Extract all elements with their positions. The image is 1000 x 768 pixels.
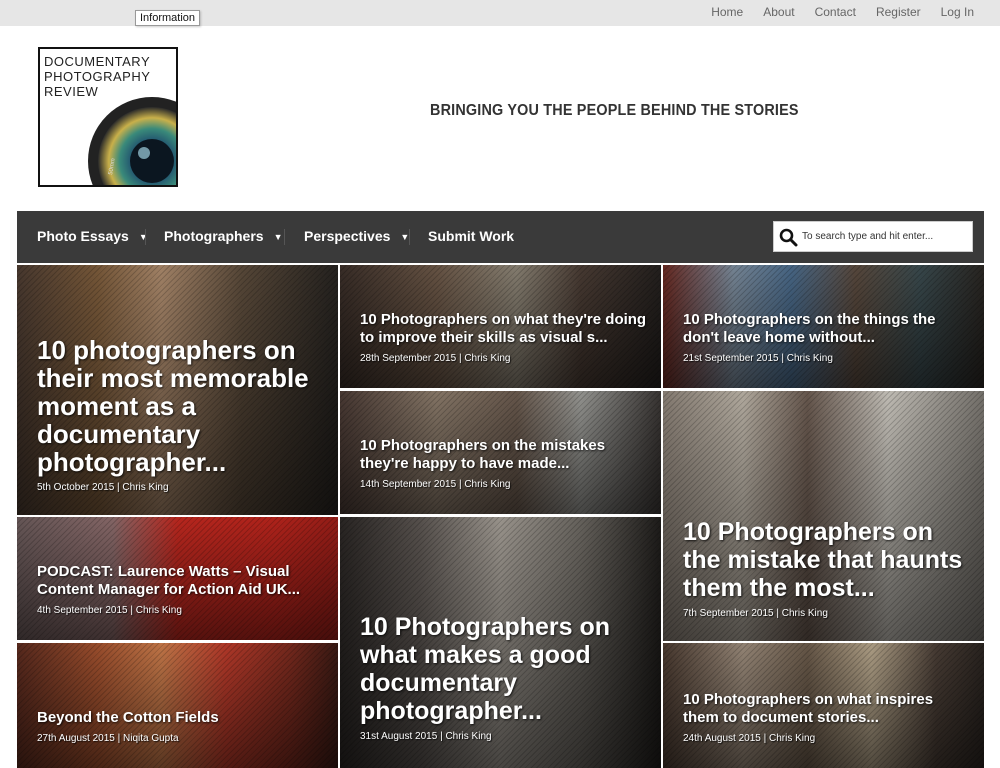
post-title[interactable]: 10 Photographers on what inspires them t… [683, 691, 972, 727]
post-tile[interactable]: 10 Photographers on the things the don't… [663, 265, 984, 388]
caret-down-icon: ▼ [273, 232, 283, 242]
top-nav-register-link[interactable]: Register [876, 5, 921, 19]
post-title[interactable]: 10 Photographers on the things the don't… [683, 311, 972, 347]
tagline: BRINGING YOU THE PEOPLE BEHIND THE STORI… [430, 102, 799, 119]
post-title[interactable]: PODCAST: Laurence Watts – Visual Content… [37, 563, 326, 599]
post-caption: 10 Photographers on what inspires them t… [683, 691, 972, 744]
post-meta: 21st September 2015 | Chris King [683, 353, 833, 364]
logo-line: PHOTOGRAPHY [44, 69, 151, 84]
nav-divider [409, 229, 410, 245]
post-meta: 28th September 2015 | Chris King [360, 353, 511, 364]
nav-divider [284, 229, 285, 245]
post-title[interactable]: 10 Photographers on the mistakes they're… [360, 437, 649, 473]
post-caption: 10 photographers on their most memorable… [37, 336, 326, 493]
caret-down-icon: ▼ [138, 232, 148, 242]
post-title[interactable]: 10 photographers on their most memorable… [37, 336, 326, 476]
top-nav: Home About Contact Register Log In [711, 5, 974, 19]
logo-text: DOCUMENTARY PHOTOGRAPHY REVIEW [44, 54, 150, 99]
nav-label: Perspectives [304, 228, 391, 244]
post-tile[interactable]: 10 Photographers on what they're doing t… [340, 265, 661, 388]
nav-perspectives[interactable]: Perspectives ▼ [304, 228, 409, 244]
search-input[interactable] [802, 226, 967, 247]
search-icon[interactable] [779, 228, 798, 247]
logo-line: DOCUMENTARY [44, 54, 151, 69]
nav-label: Submit Work [428, 228, 515, 244]
post-meta: 4th September 2015 | Chris King [37, 605, 182, 616]
post-meta: 31st August 2015 | Chris King [360, 731, 492, 742]
post-caption: 10 Photographers on what they're doing t… [360, 311, 649, 364]
tooltip: Information [135, 10, 201, 26]
post-tile[interactable]: 10 Photographers on the mistakes they're… [340, 391, 661, 514]
post-title[interactable]: 10 Photographers on what makes a good do… [360, 613, 649, 725]
post-title[interactable]: 10 Photographers on what they're doing t… [360, 311, 649, 347]
nav-photographers[interactable]: Photographers ▼ [164, 228, 283, 244]
nav-label: Photographers [164, 228, 264, 244]
caret-down-icon: ▼ [400, 232, 410, 242]
nav-label: Photo Essays [37, 228, 129, 244]
post-tile[interactable]: 10 Photographers on what inspires them t… [663, 643, 984, 768]
post-tile[interactable]: PODCAST: Laurence Watts – Visual Content… [17, 517, 338, 640]
post-meta: 7th September 2015 | Chris King [683, 608, 828, 619]
top-nav-login-link[interactable]: Log In [941, 5, 974, 19]
post-tile[interactable]: 10 Photographers on the mistake that hau… [663, 391, 984, 641]
post-tile[interactable]: 10 photographers on their most memorable… [17, 265, 338, 515]
post-title[interactable]: Beyond the Cotton Fields [37, 709, 326, 727]
post-tile[interactable]: Beyond the Cotton Fields 27th August 201… [17, 643, 338, 768]
post-caption: 10 Photographers on the mistake that hau… [683, 518, 972, 619]
post-caption: Beyond the Cotton Fields 27th August 201… [37, 709, 326, 744]
nav-photo-essays[interactable]: Photo Essays ▼ [37, 228, 148, 244]
top-bar: Information Home About Contact Register … [0, 0, 1000, 26]
post-caption: 10 Photographers on the things the don't… [683, 311, 972, 364]
logo-line: REVIEW [44, 84, 99, 99]
post-meta: 14th September 2015 | Chris King [360, 479, 511, 490]
search-box [773, 221, 973, 252]
post-meta: 5th October 2015 | Chris King [37, 482, 169, 493]
post-tile[interactable]: 10 Photographers on what makes a good do… [340, 517, 661, 768]
post-caption: 10 Photographers on what makes a good do… [360, 613, 649, 742]
top-nav-contact-link[interactable]: Contact [815, 5, 856, 19]
post-meta: 24th August 2015 | Chris King [683, 733, 816, 744]
post-caption: 10 Photographers on the mistakes they're… [360, 437, 649, 490]
post-caption: PODCAST: Laurence Watts – Visual Content… [37, 563, 326, 616]
post-title[interactable]: 10 Photographers on the mistake that hau… [683, 518, 972, 602]
post-meta: 27th August 2015 | Niqita Gupta [37, 733, 179, 744]
top-nav-home-link[interactable]: Home [711, 5, 743, 19]
nav-divider [145, 229, 146, 245]
top-nav-about-link[interactable]: About [763, 5, 794, 19]
nav-submit-work[interactable]: Submit Work [428, 228, 514, 244]
site-logo[interactable]: 50mm DOCUMENTARY PHOTOGRAPHY REVIEW [38, 47, 178, 187]
